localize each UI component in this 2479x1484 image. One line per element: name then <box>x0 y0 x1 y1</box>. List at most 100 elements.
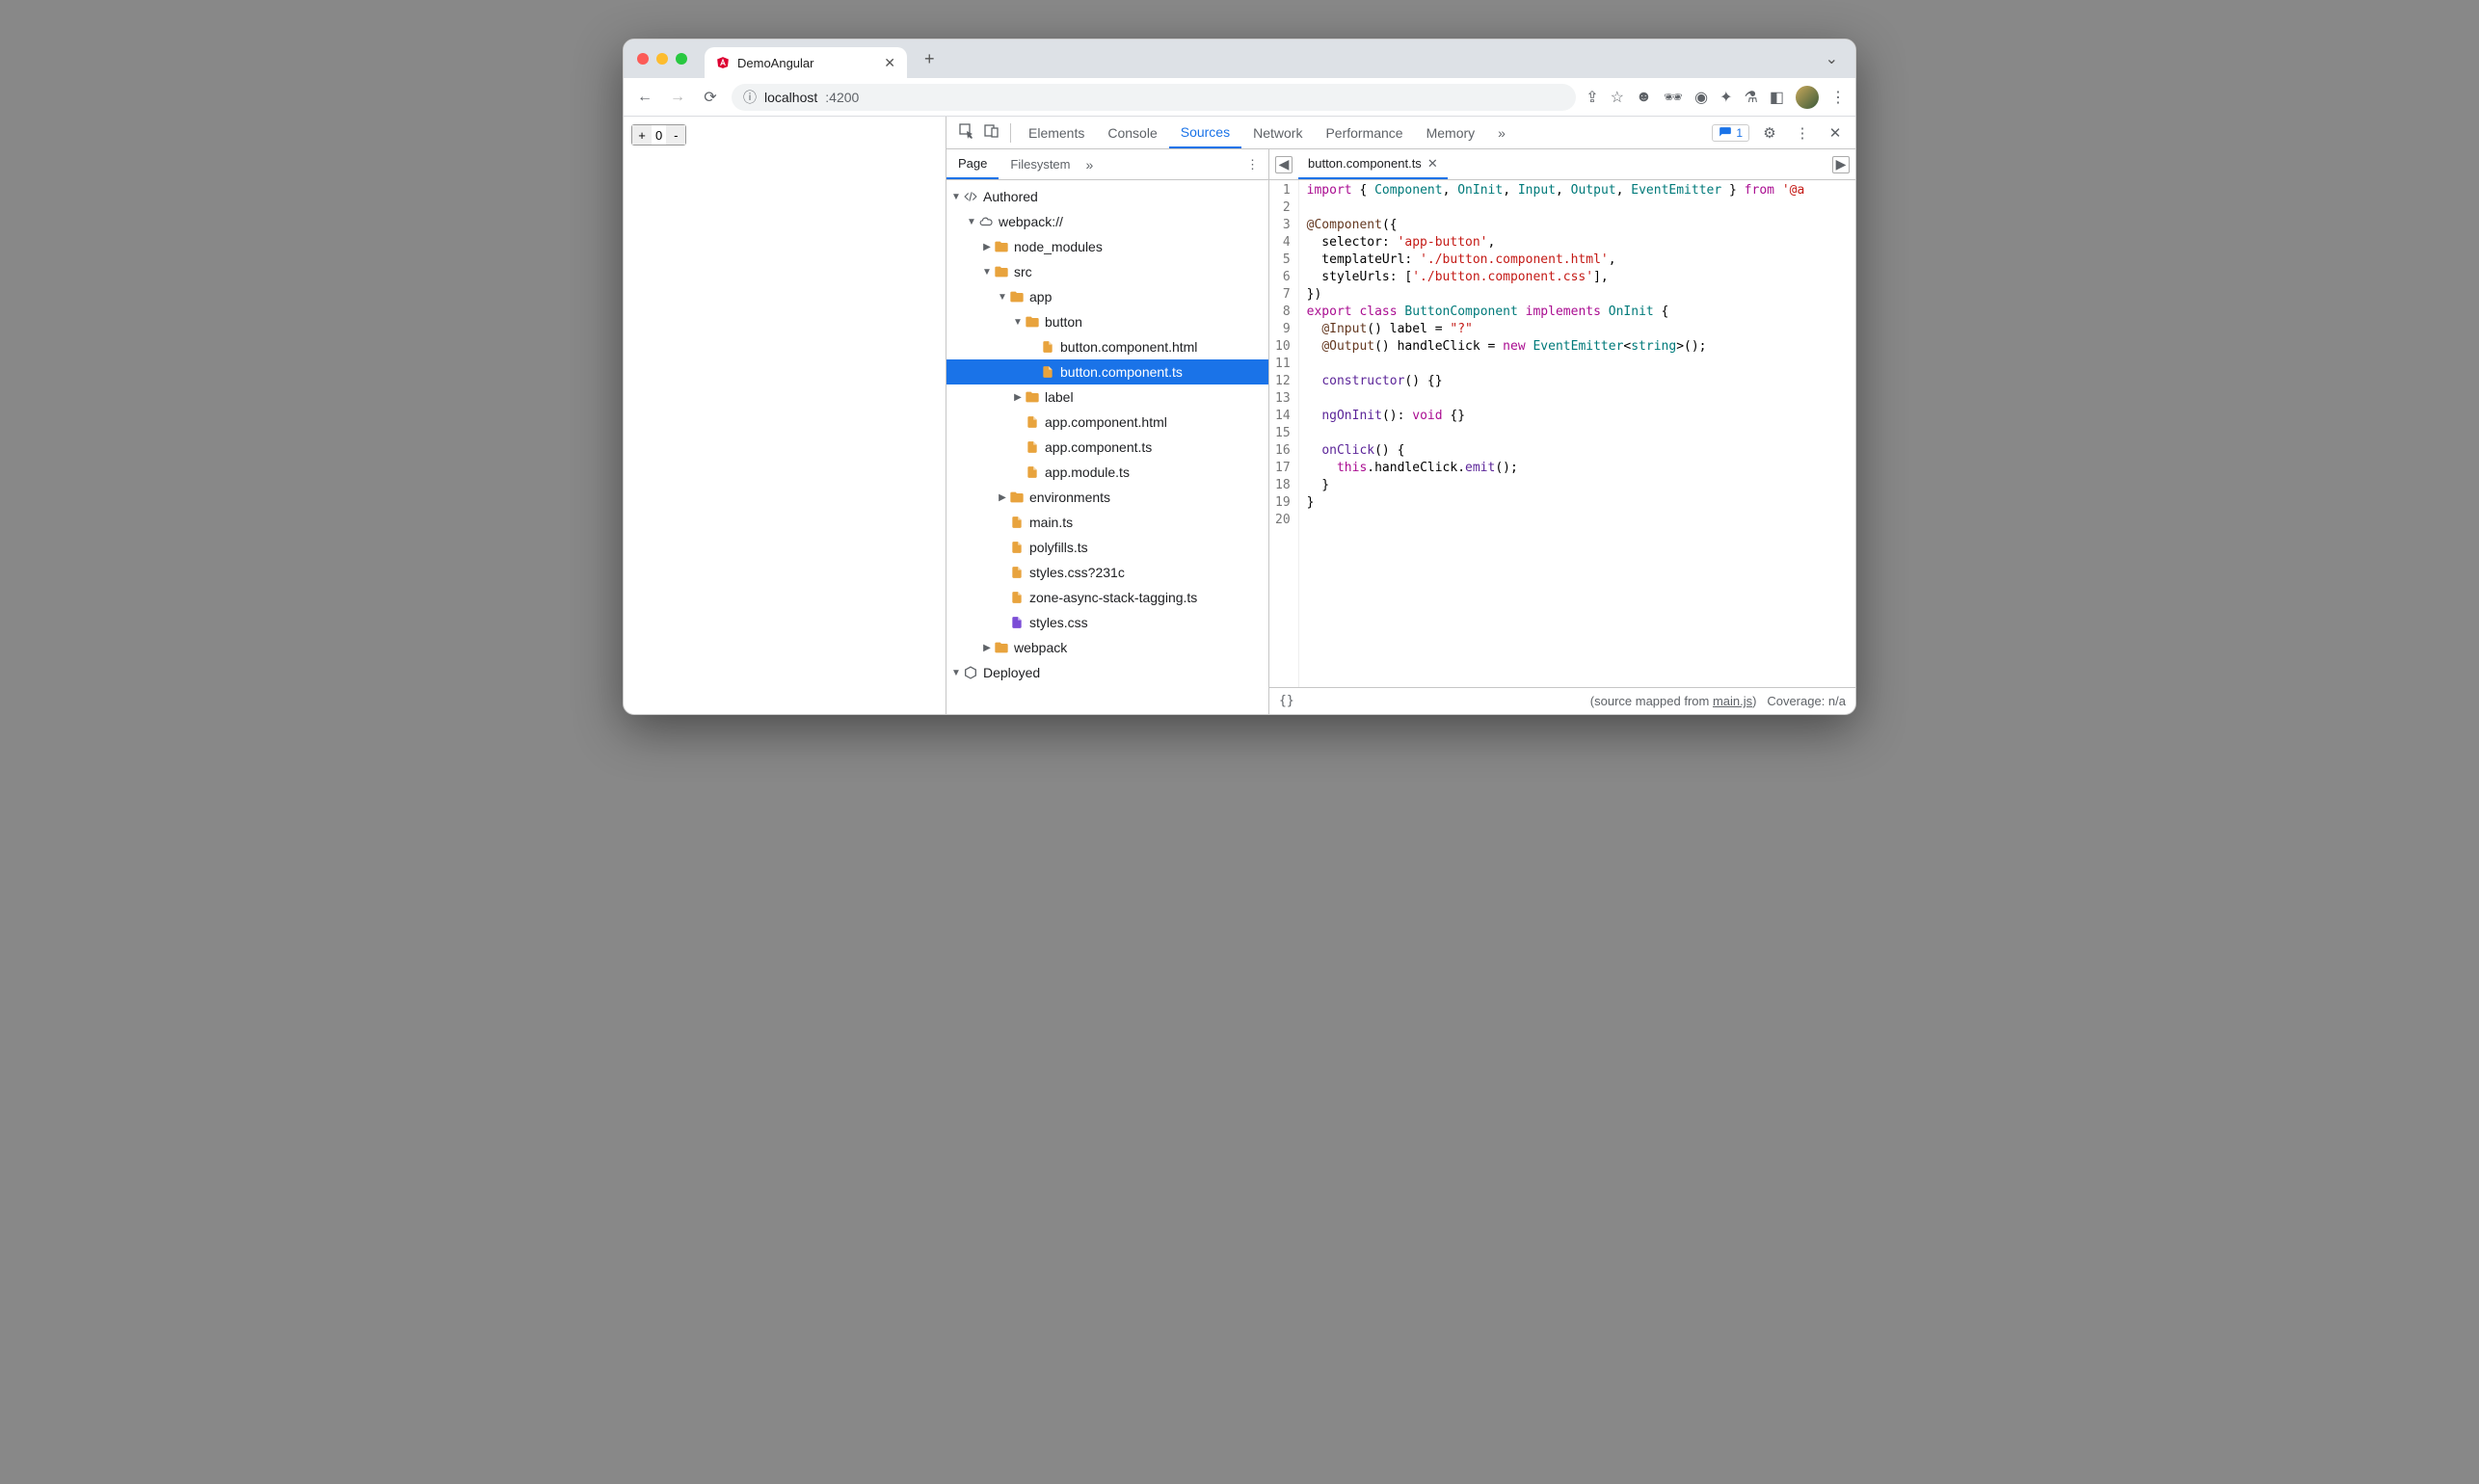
editor-tab-active[interactable]: button.component.ts ✕ <box>1298 149 1448 179</box>
new-tab-button[interactable]: + <box>924 49 935 69</box>
address-input[interactable]: ⓘ localhost:4200 <box>732 84 1576 111</box>
counter-minus-button[interactable]: - <box>666 125 685 145</box>
disclosure-triangle-icon[interactable]: ▼ <box>981 267 993 278</box>
tree-item-styles-css[interactable]: styles.css <box>946 610 1268 635</box>
reload-button[interactable]: ⟳ <box>699 88 722 107</box>
devtools-tab-network[interactable]: Network <box>1241 117 1314 148</box>
sidebar-tab-page[interactable]: Page <box>946 149 999 179</box>
tree-item-label: label <box>1045 389 1074 405</box>
devtools-tab-performance[interactable]: Performance <box>1314 117 1414 148</box>
forward-button[interactable]: → <box>666 89 689 106</box>
tree-item-label: button <box>1045 314 1082 330</box>
inspect-element-icon[interactable] <box>954 123 979 143</box>
profile-avatar[interactable] <box>1796 86 1819 109</box>
devtools-body: PageFilesystem » ⋮ ▼Authored▼webpack://▶… <box>946 149 1855 714</box>
extension-icon-3[interactable]: ◉ <box>1694 88 1708 107</box>
sidebar-tab-filesystem[interactable]: Filesystem <box>999 149 1081 179</box>
browser-tab[interactable]: DemoAngular ✕ <box>705 47 907 78</box>
file-icon <box>1008 515 1026 530</box>
tree-item-polyfills-ts[interactable]: polyfills.ts <box>946 535 1268 560</box>
devtools-tab-console[interactable]: Console <box>1096 117 1168 148</box>
issues-button[interactable]: 1 <box>1712 124 1749 142</box>
devtools-tab-memory[interactable]: Memory <box>1415 117 1487 148</box>
minimize-window-button[interactable] <box>656 53 668 65</box>
tree-item-button-component-html[interactable]: button.component.html <box>946 334 1268 359</box>
disclosure-triangle-icon[interactable]: ▶ <box>1012 392 1024 403</box>
devtools-more-tabs[interactable]: » <box>1486 117 1517 148</box>
tree-item-label: polyfills.ts <box>1029 540 1088 555</box>
tree-item-app[interactable]: ▼ app <box>946 284 1268 309</box>
tree-item-node-modules[interactable]: ▶node_modules <box>946 234 1268 259</box>
site-info-icon[interactable]: ⓘ <box>743 88 757 107</box>
disclosure-triangle-icon[interactable]: ▼ <box>997 292 1008 303</box>
tree-item-deployed[interactable]: ▼ Deployed <box>946 660 1268 685</box>
tree-item-label: app.component.ts <box>1045 439 1152 455</box>
tree-item-label: webpack:// <box>999 214 1063 229</box>
tree-item-label: webpack <box>1014 640 1067 655</box>
extensions-menu-icon[interactable]: ✦ <box>1719 88 1732 107</box>
editor-panel: ◀ button.component.ts ✕ ▶ 12345678910111… <box>1269 149 1855 714</box>
extension-icon-1[interactable]: ☻ <box>1636 89 1652 106</box>
tree-item-main-ts[interactable]: main.ts <box>946 510 1268 535</box>
coverage-text: Coverage: n/a <box>1767 694 1846 708</box>
disclosure-triangle-icon[interactable]: ▼ <box>950 668 962 678</box>
navigator-toggle-icon[interactable]: ◀ <box>1275 156 1293 173</box>
tree-item-app-component-html[interactable]: app.component.html <box>946 410 1268 435</box>
bookmark-icon[interactable]: ☆ <box>1611 88 1624 107</box>
tree-item-app-module-ts[interactable]: app.module.ts <box>946 460 1268 485</box>
devtools-close-icon[interactable]: ✕ <box>1823 124 1848 142</box>
device-toolbar-icon[interactable] <box>979 123 1004 143</box>
tree-item-src[interactable]: ▼src <box>946 259 1268 284</box>
tree-item-label: app.module.ts <box>1045 464 1130 480</box>
sources-sidebar: PageFilesystem » ⋮ ▼Authored▼webpack://▶… <box>946 149 1269 714</box>
devtools-tab-elements[interactable]: Elements <box>1017 117 1096 148</box>
disclosure-triangle-icon[interactable]: ▼ <box>966 217 977 227</box>
tree-item-webpack-[interactable]: ▼ webpack:// <box>946 209 1268 234</box>
disclosure-triangle-icon[interactable]: ▶ <box>997 492 1008 503</box>
maximize-window-button[interactable] <box>676 53 687 65</box>
settings-icon[interactable]: ⚙ <box>1757 124 1782 142</box>
tree-item-label: app <box>1029 289 1052 305</box>
extension-icon-2[interactable]: 🕶 <box>1664 88 1683 107</box>
editor-tab-label: button.component.ts <box>1308 156 1422 171</box>
tree-item-styles-css-231c[interactable]: styles.css?231c <box>946 560 1268 585</box>
tree-item-webpack[interactable]: ▶ webpack <box>946 635 1268 660</box>
pretty-print-button[interactable]: {} <box>1279 694 1294 708</box>
disclosure-triangle-icon[interactable]: ▼ <box>1012 317 1024 328</box>
tree-item-button-component-ts[interactable]: button.component.ts <box>946 359 1268 384</box>
share-icon[interactable]: ⇪ <box>1586 88 1598 107</box>
devtools-tab-sources[interactable]: Sources <box>1169 117 1241 148</box>
chrome-menu-icon[interactable]: ⋮ <box>1830 88 1846 107</box>
devtools-menu-icon[interactable]: ⋮ <box>1790 124 1815 142</box>
tree-item-zone-async-stack-tagging-ts[interactable]: zone-async-stack-tagging.ts <box>946 585 1268 610</box>
labs-icon[interactable]: ⚗ <box>1745 88 1758 107</box>
tree-item-environments[interactable]: ▶environments <box>946 485 1268 510</box>
tree-item-label[interactable]: ▶ label <box>946 384 1268 410</box>
tabs-dropdown-button[interactable]: ⌄ <box>1826 49 1838 68</box>
disclosure-triangle-icon[interactable]: ▶ <box>981 242 993 252</box>
tree-item-label: Deployed <box>983 665 1040 680</box>
close-window-button[interactable] <box>637 53 649 65</box>
sidebar-more-tabs[interactable]: » <box>1086 157 1094 172</box>
back-button[interactable]: ← <box>633 89 656 106</box>
folder-icon <box>1008 490 1026 505</box>
tab-close-button[interactable]: ✕ <box>884 55 895 71</box>
folder-icon <box>1008 289 1026 305</box>
side-panel-icon[interactable]: ◧ <box>1770 88 1784 107</box>
tree-item-button[interactable]: ▼ button <box>946 309 1268 334</box>
debugger-toggle-icon[interactable]: ▶ <box>1832 156 1850 173</box>
counter-plus-button[interactable]: + <box>632 125 652 145</box>
editor-tab-close-icon[interactable]: ✕ <box>1427 156 1438 172</box>
file-tree: ▼Authored▼webpack://▶node_modules▼src▼ap… <box>946 180 1268 714</box>
folder-icon <box>1024 314 1041 330</box>
disclosure-triangle-icon[interactable]: ▶ <box>981 643 993 653</box>
code-editor[interactable]: 1234567891011121314151617181920 import {… <box>1269 180 1855 687</box>
sidebar-menu-icon[interactable]: ⋮ <box>1237 157 1268 172</box>
tree-item-app-component-ts[interactable]: app.component.ts <box>946 435 1268 460</box>
disclosure-triangle-icon[interactable]: ▼ <box>950 192 962 202</box>
tree-item-authored[interactable]: ▼Authored <box>946 184 1268 209</box>
source-mapped-link[interactable]: main.js <box>1713 694 1752 708</box>
file-icon <box>1039 339 1056 355</box>
folder-icon <box>993 264 1010 279</box>
file-icon <box>1008 540 1026 555</box>
